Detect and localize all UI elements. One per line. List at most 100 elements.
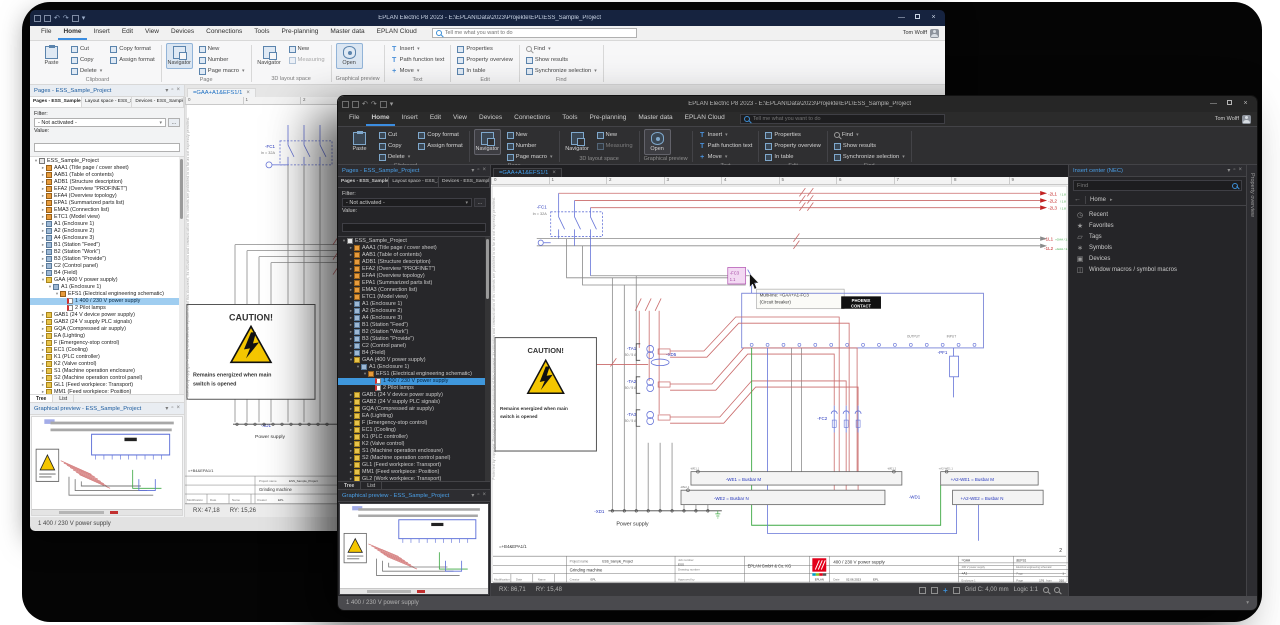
menu-tab[interactable]: Insert (397, 112, 423, 126)
tree-item[interactable]: ▸ EMA3 (Connection list) (30, 207, 179, 214)
panel-close-icon[interactable]: × (176, 87, 180, 94)
undo-icon[interactable]: ↶ (362, 101, 368, 108)
tree-item[interactable]: ▸ ADB1 (Structure description) (30, 179, 179, 186)
menu-tab[interactable]: EPLAN Cloud (372, 26, 422, 40)
panel-dropdown-icon[interactable]: ▾ (165, 87, 168, 94)
tree-item[interactable]: ▸ EFA4 (Overview topology) (30, 193, 179, 200)
text-insert-button[interactable]: TInsert▾ (697, 130, 755, 140)
user-chip[interactable]: Tom Wolff (903, 29, 939, 38)
tree-item[interactable]: ▸ EFA4 (Overview topology) (338, 273, 485, 280)
in-table-button[interactable]: In table (455, 66, 514, 76)
tree-scrollbar[interactable] (179, 157, 184, 395)
panel-pin-icon[interactable]: ▫ (477, 492, 479, 499)
tree-item[interactable]: ▸ ETC1 (Model view) (30, 214, 179, 221)
insert-center-item[interactable]: ▱ Tags (1069, 231, 1246, 242)
dock-tab[interactable]: Devices - ESS_Sample_... (132, 97, 184, 107)
space-new-button[interactable]: New (287, 44, 327, 54)
menu-tab[interactable]: Connections (509, 112, 555, 126)
tree-list-tab[interactable]: Tree (30, 395, 53, 402)
maximize-button[interactable] (910, 12, 925, 24)
panel-pin-icon[interactable]: ▫ (171, 405, 173, 412)
tree-item[interactable]: ▸ EFA2 (Overview "PROFINET") (30, 186, 179, 193)
show-results-button[interactable]: Show results (524, 55, 599, 65)
tell-me-search[interactable] (432, 28, 637, 38)
tree-item[interactable]: ▸ EFA2 (Overview "PROFINET") (338, 266, 485, 273)
tree-item[interactable]: ▸ EC1 (Cooling) (30, 347, 179, 354)
tree-scrollbar[interactable] (485, 237, 490, 482)
menu-tab[interactable]: View (140, 26, 164, 40)
tree-item[interactable]: ▸ K2 (Valve control) (338, 441, 485, 448)
page-new-button[interactable]: New (505, 130, 555, 140)
dock-tab[interactable]: Devices - ESS_Sample_... (439, 177, 490, 187)
tree-item[interactable]: ▸ GAB2 (24 V supply PLC signals) (338, 399, 485, 406)
panel-close-icon[interactable]: × (176, 405, 180, 412)
tree-item[interactable]: ▾ GAA (400 V power supply) (30, 277, 179, 284)
grid-toggle-icon[interactable] (953, 587, 960, 594)
property-overview-button[interactable]: Property overview (763, 141, 822, 151)
tell-me-input[interactable] (445, 30, 633, 36)
tree-item[interactable]: ▸ B3 (Station "Provide") (30, 256, 179, 263)
tree-item[interactable]: ▸ MM1 (Feed workpiece: Position) (30, 389, 179, 395)
tree-item[interactable]: ▸ A4 (Enclosure 3) (30, 235, 179, 242)
cut-button[interactable]: Cut (377, 130, 412, 140)
minimize-button[interactable]: — (894, 12, 909, 24)
properties-button[interactable]: Properties (763, 130, 822, 140)
find-button[interactable]: Find▾ (524, 44, 599, 54)
space-navigator-button[interactable]: Navigator (256, 43, 283, 69)
tree-item[interactable]: ▸ K2 (Valve control) (30, 361, 179, 368)
tree-item[interactable]: ▸ EA (Lighting) (30, 333, 179, 340)
panel-close-icon[interactable]: × (482, 167, 486, 174)
insert-center-item[interactable]: ◷ Recent (1069, 209, 1246, 220)
menu-tab[interactable]: Edit (425, 112, 446, 126)
tree-item[interactable]: ▸ MM1 (Feed workpiece: Position) (338, 469, 485, 476)
page-macro-button[interactable]: Page macro▾ (197, 66, 247, 76)
filter-value-input[interactable] (342, 223, 486, 232)
zoom-out-icon[interactable] (1043, 587, 1049, 593)
redo-icon[interactable]: ↷ (63, 15, 69, 22)
tree-item[interactable]: ▸ B1 (Station "Feed") (338, 322, 485, 329)
show-results-button[interactable]: Show results (832, 141, 907, 151)
tree-item[interactable]: ▸ S2 (Machine operation control panel) (338, 455, 485, 462)
tree-item[interactable]: ▸ ADB1 (Structure description) (338, 259, 485, 266)
redo-icon[interactable]: ↷ (371, 101, 377, 108)
menu-tab[interactable]: EPLAN Cloud (680, 112, 730, 126)
page-new-button[interactable]: New (197, 44, 247, 54)
tree-item[interactable]: ▸ GL2 (Work workpiece: Transport) (338, 476, 485, 482)
tree-item[interactable]: ▸ A1 (Enclosure 1) (338, 301, 485, 308)
dock-tab[interactable]: Layout space - ESS_Sa... (82, 97, 132, 107)
tree-item[interactable]: ▸ GAB1 (24 V device power supply) (338, 392, 485, 399)
tree-item[interactable]: ▸ S2 (Machine operation control panel) (30, 375, 179, 382)
document-tab[interactable]: =GAA+A1&EFS1/1× (493, 168, 562, 177)
page-number-button[interactable]: Number (197, 55, 247, 65)
tree-item[interactable]: ▾ A1 (Enclosure 1) (30, 284, 179, 291)
qat-new-icon[interactable] (342, 101, 349, 108)
menu-tab[interactable]: Home (58, 26, 86, 40)
copy-button[interactable]: Copy (69, 55, 104, 65)
copy-format-button[interactable]: Copy format (416, 130, 464, 140)
filter-more-button[interactable]: ... (474, 198, 486, 207)
tree-item[interactable]: ▸ AAA1 (Title page / cover sheet) (338, 245, 485, 252)
tree-item[interactable]: ▾ EFS1 (Electrical engineering schematic… (30, 291, 179, 298)
filter-value-input[interactable] (34, 143, 180, 152)
path-function-text-button[interactable]: TPath function text (697, 141, 755, 151)
close-button[interactable]: × (1238, 98, 1253, 110)
tree-item[interactable]: ▸ K1 (PLC controller) (30, 354, 179, 361)
insert-center-item[interactable]: ★ Favorites (1069, 220, 1246, 231)
tell-me-search[interactable] (740, 114, 945, 124)
menu-tab[interactable]: Tools (557, 112, 582, 126)
dock-tab[interactable]: Pages - ESS_Sample_P... (338, 177, 389, 187)
breadcrumb-home[interactable]: Home (1090, 197, 1106, 203)
user-chip[interactable]: Tom Wolff (1215, 115, 1251, 124)
in-table-button[interactable]: In table (763, 152, 822, 162)
menu-tab[interactable]: Master data (633, 112, 677, 126)
tree-item[interactable]: ▸ GL1 (Feed workpiece: Transport) (338, 462, 485, 469)
tree-item[interactable]: ▸ ETC1 (Model view) (338, 294, 485, 301)
page-number-button[interactable]: Number (505, 141, 555, 151)
tree-item[interactable]: ▸ C2 (Control panel) (338, 343, 485, 350)
tree-item[interactable]: ▸ EA (Lighting) (338, 413, 485, 420)
tree-item[interactable]: ▸ GQA (Compressed air supply) (338, 406, 485, 413)
tree-item[interactable]: ▸ GL1 (Feed workpiece: Transport) (30, 382, 179, 389)
paste-button[interactable]: Paste (346, 129, 373, 155)
graphical-preview-canvas[interactable] (339, 503, 489, 595)
close-button[interactable]: × (926, 12, 941, 24)
